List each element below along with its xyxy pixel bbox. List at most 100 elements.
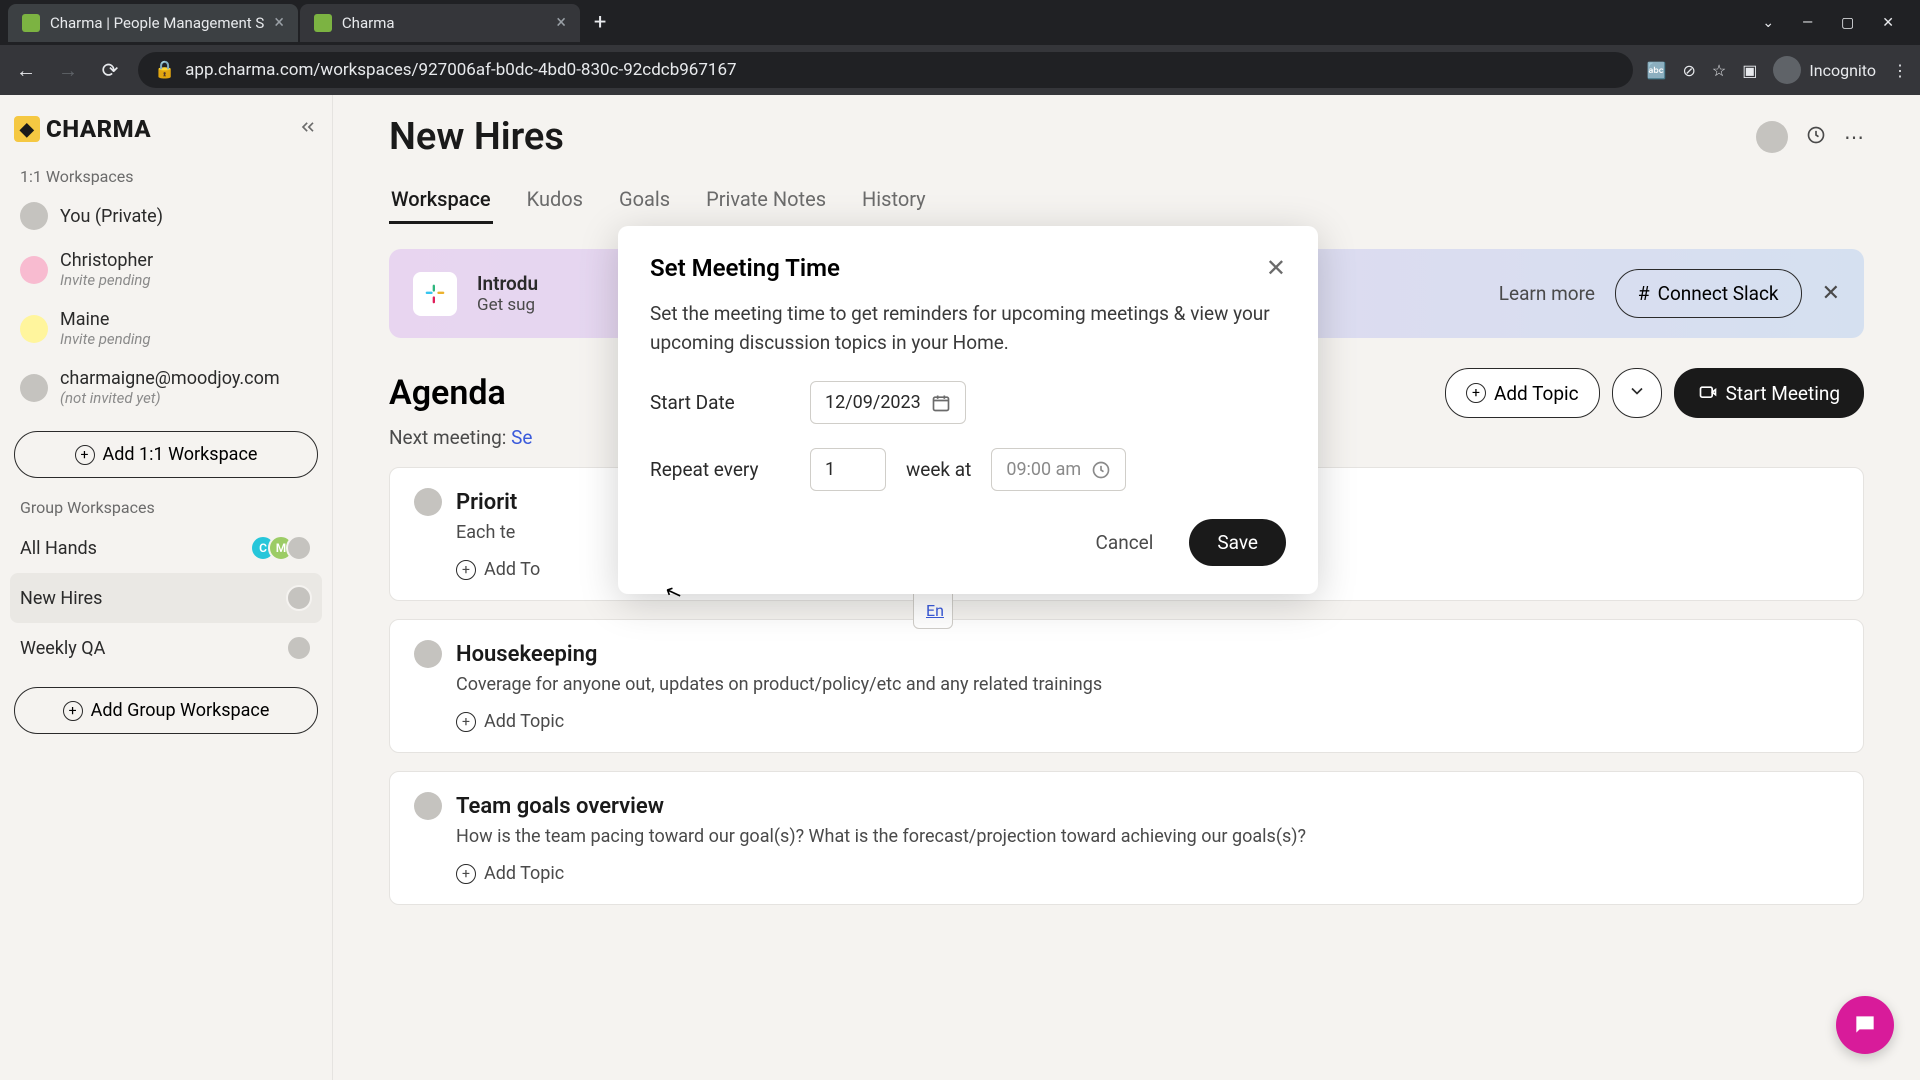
tab-title: Charma	[342, 14, 546, 32]
next-meeting-label: Next meeting:	[389, 426, 506, 449]
sidebar-item-you[interactable]: You (Private)	[10, 192, 322, 240]
group-avatars: C M	[258, 535, 312, 561]
cancel-button[interactable]: Cancel	[1078, 521, 1172, 564]
more-icon[interactable]: ⋯	[1844, 125, 1864, 149]
popover-line2[interactable]: En	[926, 601, 940, 620]
favicon-icon	[22, 14, 40, 32]
incognito-icon	[1773, 56, 1801, 84]
ws-name: Maine	[60, 309, 151, 330]
tab-history[interactable]: History	[860, 177, 928, 224]
agenda-card-team-goals: Team goals overview How is the team paci…	[389, 771, 1864, 905]
maximize-icon[interactable]: ▢	[1841, 15, 1854, 31]
ws-sub: Invite pending	[60, 330, 151, 348]
star-icon[interactable]: ☆	[1712, 61, 1726, 80]
set-meeting-link[interactable]: Se	[511, 426, 532, 449]
modal-description: Set the meeting time to get reminders fo…	[650, 300, 1286, 357]
start-date-label: Start Date	[650, 391, 790, 414]
reload-button[interactable]: ⟳	[96, 56, 124, 84]
add-topic-inline[interactable]: + Add Topic	[456, 863, 1839, 884]
panel-icon[interactable]: ▣	[1742, 61, 1757, 80]
add-topic-inline[interactable]: + Add Topic	[456, 711, 1839, 732]
avatar	[20, 374, 48, 402]
translate-icon[interactable]: 🔤	[1647, 61, 1667, 80]
close-icon[interactable]: ✕	[1822, 281, 1840, 306]
avatar[interactable]	[1756, 121, 1788, 153]
save-button[interactable]: Save	[1189, 519, 1286, 566]
logo[interactable]: ◆ CHARMA	[14, 115, 151, 143]
plus-circle-icon: +	[75, 445, 95, 465]
start-meeting-button[interactable]: Start Meeting	[1674, 368, 1864, 418]
window-controls: ⌄ — ▢ ✕	[1762, 15, 1912, 31]
help-fab[interactable]	[1836, 996, 1894, 1054]
group-avatars	[294, 635, 312, 661]
sidebar-group-weekly-qa[interactable]: Weekly QA	[10, 623, 322, 673]
slack-hash-icon: #	[1638, 282, 1650, 305]
lock-icon: 🔒	[154, 60, 175, 80]
sidebar-item-charmaigne[interactable]: charmaigne@moodjoy.com (not invited yet)	[10, 358, 322, 417]
tab-private-notes[interactable]: Private Notes	[704, 177, 828, 224]
slack-icon	[413, 272, 457, 316]
add-topic-dropdown[interactable]	[1612, 368, 1662, 418]
learn-more-link[interactable]: Learn more	[1499, 282, 1595, 305]
repeat-value: 1	[825, 459, 835, 480]
connect-slack-button[interactable]: # Connect Slack	[1615, 269, 1802, 318]
avatar	[20, 202, 48, 230]
add-topic-button[interactable]: + Add Topic	[1445, 368, 1600, 418]
plus-circle-icon: +	[456, 560, 476, 580]
page-tabs: Workspace Kudos Goals Private Notes Hist…	[389, 177, 1864, 225]
repeat-value-input[interactable]: 1	[810, 448, 886, 491]
grp-name: New Hires	[20, 588, 102, 609]
sidebar-group-all-hands[interactable]: All Hands C M	[10, 523, 322, 573]
tab-goals[interactable]: Goals	[617, 177, 672, 224]
card-title: Priorit	[456, 490, 517, 515]
minimize-icon[interactable]: —	[1802, 15, 1813, 31]
browser-tab-0[interactable]: Charma | People Management S ×	[8, 4, 298, 42]
tab-kudos[interactable]: Kudos	[525, 177, 585, 224]
add-group-workspace-button[interactable]: + Add Group Workspace	[14, 687, 318, 734]
extensions-icon[interactable]: ⊘	[1683, 61, 1696, 80]
back-button[interactable]: ←	[12, 56, 40, 84]
logo-text: CHARMA	[46, 115, 151, 143]
close-window-icon[interactable]: ✕	[1882, 15, 1894, 31]
url-text: app.charma.com/workspaces/927006af-b0dc-…	[185, 60, 736, 80]
tab-workspace[interactable]: Workspace	[389, 177, 493, 224]
close-icon[interactable]: ×	[556, 12, 566, 33]
time-input[interactable]: 09:00 am	[991, 448, 1126, 491]
ws-sub: (not invited yet)	[60, 389, 280, 407]
group-avatars	[294, 585, 312, 611]
section-grp-label: Group Workspaces	[10, 492, 322, 523]
agenda-card-housekeeping: Housekeeping Coverage for anyone out, up…	[389, 619, 1864, 753]
menu-icon[interactable]: ⋮	[1892, 61, 1908, 80]
forward-button: →	[54, 56, 82, 84]
browser-tab-1[interactable]: Charma ×	[300, 4, 580, 42]
grp-name: Weekly QA	[20, 638, 105, 659]
avatar	[286, 535, 312, 561]
ws-name: Christopher	[60, 250, 153, 271]
add-11-workspace-button[interactable]: + Add 1:1 Workspace	[14, 431, 318, 478]
close-icon[interactable]: ✕	[1266, 254, 1286, 282]
incognito-label: Incognito	[1809, 61, 1876, 80]
sidebar-item-christopher[interactable]: Christopher Invite pending	[10, 240, 322, 299]
ws-name: You (Private)	[60, 206, 163, 227]
start-date-input[interactable]: 12/09/2023	[810, 381, 966, 424]
avatar	[414, 792, 442, 820]
add-label: Add Topic	[484, 863, 564, 884]
agenda-title: Agenda	[389, 373, 506, 413]
card-desc: How is the team pacing toward our goal(s…	[456, 826, 1839, 847]
collapse-sidebar-icon[interactable]	[298, 117, 318, 141]
repeat-every-label: Repeat every	[650, 458, 790, 481]
sidebar-group-new-hires[interactable]: New Hires	[10, 573, 322, 623]
close-icon[interactable]: ×	[274, 12, 284, 33]
chevron-down-icon[interactable]: ⌄	[1762, 15, 1774, 31]
sidebar-item-maine[interactable]: Maine Invite pending	[10, 299, 322, 358]
plus-circle-icon: +	[63, 701, 83, 721]
address-bar[interactable]: 🔒 app.charma.com/workspaces/927006af-b0d…	[138, 52, 1633, 88]
incognito-indicator[interactable]: Incognito	[1773, 56, 1876, 84]
set-meeting-time-modal: Set Meeting Time ✕ Set the meeting time …	[618, 226, 1318, 594]
browser-chrome: Charma | People Management S × Charma × …	[0, 0, 1920, 95]
chat-icon	[1852, 1012, 1878, 1038]
avatar	[414, 488, 442, 516]
new-tab-button[interactable]: +	[582, 10, 618, 35]
clock-icon[interactable]	[1806, 125, 1826, 149]
clock-icon	[1091, 460, 1111, 480]
